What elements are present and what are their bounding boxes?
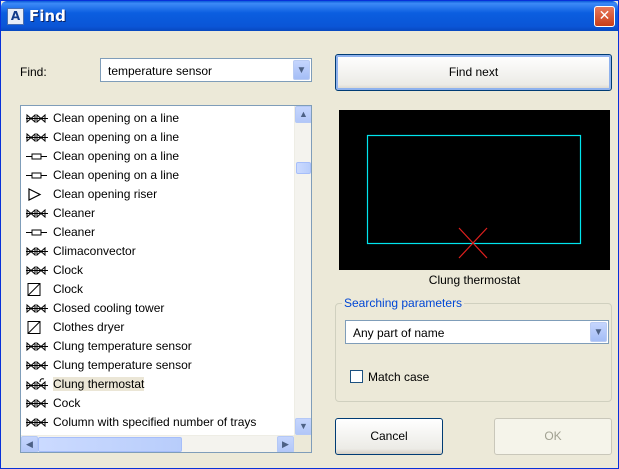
- cancel-button[interactable]: Cancel: [335, 418, 443, 455]
- valve-icon: [26, 340, 48, 353]
- valve-icon: [26, 416, 48, 429]
- symbol-preview: [339, 110, 610, 270]
- scroll-up-icon[interactable]: ▲: [295, 106, 311, 123]
- match-case-checkbox[interactable]: [350, 370, 363, 383]
- list-item[interactable]: Clean opening on a line: [21, 128, 293, 147]
- list-item-label: Clean opening on a line: [53, 168, 180, 182]
- list-item-label: Clung temperature sensor: [53, 358, 192, 372]
- list-item-label: Cock: [53, 396, 81, 410]
- thermostat-valve-icon: [26, 378, 48, 391]
- find-dialog: A Find ✕ Find: temperature sensor ▼ Find…: [0, 0, 619, 469]
- list-item[interactable]: Clothes dryer: [21, 318, 293, 337]
- list-item[interactable]: Cleaner: [21, 223, 293, 242]
- find-label: Find:: [20, 65, 47, 79]
- list-item-label: Clung thermostat: [53, 377, 145, 391]
- line-plug-icon: [26, 169, 48, 182]
- valve-icon: [26, 207, 48, 220]
- results-list-items: Clean opening on a line Clean opening on …: [21, 109, 293, 432]
- chevron-down-icon[interactable]: ▼: [293, 60, 310, 80]
- valve-icon: [26, 131, 48, 144]
- triangle-icon: [26, 188, 48, 201]
- horizontal-scroll-thumb[interactable]: [38, 437, 182, 452]
- window-title: Find: [29, 7, 66, 25]
- list-item-label: Clean opening on a line: [53, 111, 180, 125]
- chevron-down-icon[interactable]: ▼: [590, 322, 607, 342]
- list-item-label: Clock: [53, 282, 84, 296]
- search-mode-value: Any part of name: [353, 326, 445, 340]
- list-item[interactable]: Clean opening on a line: [21, 109, 293, 128]
- list-item-label: Clock: [53, 263, 84, 277]
- search-params-group: [335, 303, 612, 402]
- list-item[interactable]: Clock: [21, 280, 293, 299]
- list-item[interactable]: Clean opening riser: [21, 185, 293, 204]
- scroll-left-icon[interactable]: ◀: [21, 436, 38, 452]
- search-mode-select[interactable]: Any part of name ▼: [345, 320, 609, 344]
- list-item-label: Cleaner: [53, 225, 96, 239]
- search-params-title: Searching parameters: [342, 296, 465, 310]
- list-item[interactable]: Cleaner: [21, 204, 293, 223]
- find-combobox[interactable]: temperature sensor ▼: [100, 58, 312, 82]
- results-list[interactable]: Clean opening on a line Clean opening on …: [20, 105, 312, 453]
- list-item[interactable]: Climaconvector: [21, 242, 293, 261]
- line-plug-icon: [26, 226, 48, 239]
- valve-icon: [26, 264, 48, 277]
- find-next-button[interactable]: Find next: [335, 54, 612, 91]
- vertical-scroll-thumb[interactable]: [296, 162, 311, 174]
- valve-icon: [26, 397, 48, 410]
- list-item[interactable]: Column with specified number of trays: [21, 413, 293, 432]
- scroll-down-icon[interactable]: ▼: [295, 418, 311, 435]
- preview-caption: Clung thermostat: [428, 273, 521, 287]
- list-item-label: Clothes dryer: [53, 320, 125, 334]
- ok-button[interactable]: OK: [494, 418, 612, 455]
- horizontal-scrollbar[interactable]: ◀ ▶: [21, 435, 294, 452]
- title-bar[interactable]: A Find ✕: [1, 1, 618, 31]
- box-slash-icon: [26, 283, 48, 296]
- preview-drawing: [366, 134, 582, 259]
- list-item-label: Clean opening on a line: [53, 130, 180, 144]
- valve-icon: [26, 112, 48, 125]
- find-input[interactable]: temperature sensor: [108, 64, 212, 78]
- preview-frame: [366, 134, 582, 245]
- line-plug-icon: [26, 150, 48, 163]
- list-item-label: Cleaner: [53, 206, 96, 220]
- valve-icon: [26, 302, 48, 315]
- list-item-label: Climaconvector: [53, 244, 136, 258]
- list-item[interactable]: Clock: [21, 261, 293, 280]
- scrollbar-corner: [294, 435, 311, 452]
- app-icon: A: [7, 8, 24, 25]
- list-item-label: Column with specified number of trays: [53, 415, 257, 429]
- list-item-label: Closed cooling tower: [53, 301, 165, 315]
- list-item[interactable]: Clean opening on a line: [21, 147, 293, 166]
- scroll-right-icon[interactable]: ▶: [277, 436, 294, 452]
- valve-icon: [26, 359, 48, 372]
- match-case-label[interactable]: Match case: [368, 370, 429, 384]
- list-item[interactable]: Clung temperature sensor: [21, 337, 293, 356]
- vertical-scrollbar[interactable]: ▲ ▼: [294, 106, 311, 435]
- list-item[interactable]: Closed cooling tower: [21, 299, 293, 318]
- list-item-label: Clean opening riser: [53, 187, 158, 201]
- close-button[interactable]: ✕: [594, 6, 615, 27]
- list-item[interactable]: Clung thermostat: [21, 375, 293, 394]
- list-item-label: Clean opening on a line: [53, 149, 180, 163]
- box-slash-icon: [26, 321, 48, 334]
- list-item-label: Clung temperature sensor: [53, 339, 192, 353]
- valve-icon: [26, 245, 48, 258]
- list-item[interactable]: Clean opening on a line: [21, 166, 293, 185]
- list-item[interactable]: Cock: [21, 394, 293, 413]
- list-item[interactable]: Clung temperature sensor: [21, 356, 293, 375]
